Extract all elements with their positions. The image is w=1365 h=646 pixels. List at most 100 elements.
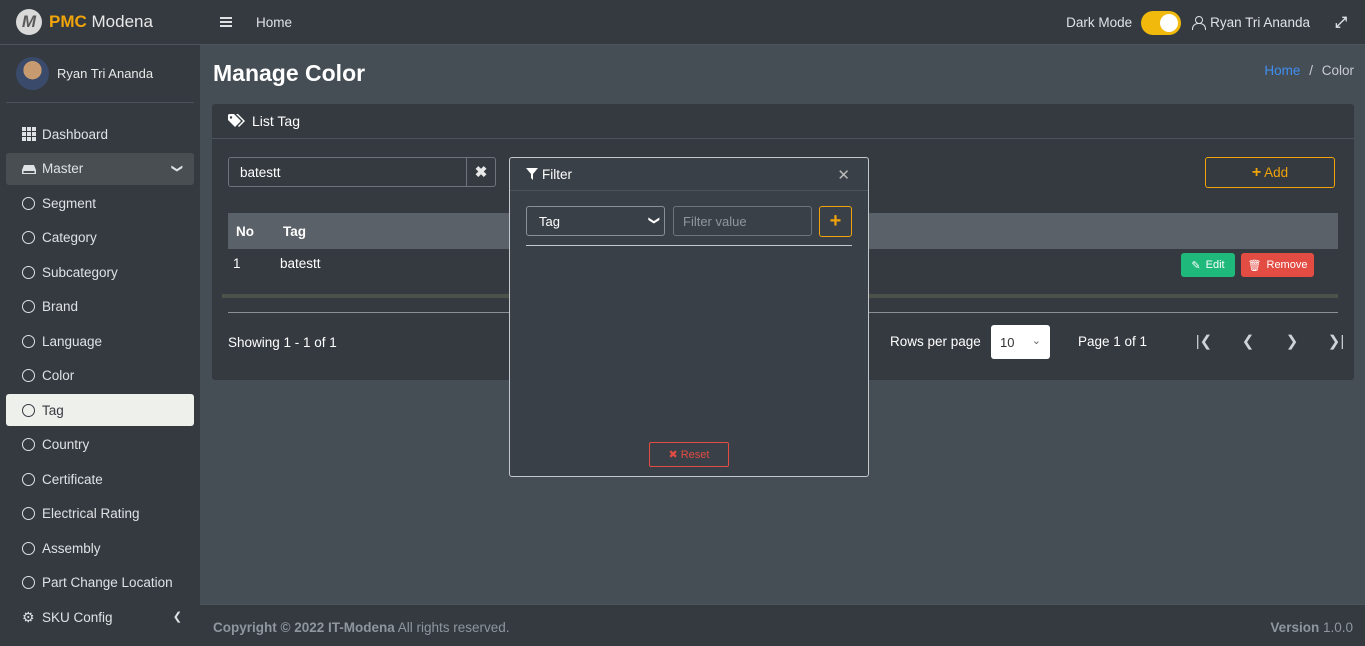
topbar: Home Dark Mode Ryan Tri Ananda ⤢ [200,0,1365,45]
user-name: Ryan Tri Ananda [57,66,154,81]
sidebar-nav: Dashboard Master ❯ Segment Category Subc… [0,118,200,633]
circle-icon [22,541,35,555]
clear-search-button[interactable]: ✖ [466,157,495,187]
sidebar-item-electrical-rating[interactable]: Electrical Rating [6,498,194,530]
last-page-icon[interactable]: ❯| [1314,332,1358,350]
sidebar-item-sku-config[interactable]: ⚙ SKU Config ❮ [6,601,194,633]
circle-icon [22,438,35,451]
sidebar-item-label: Dashboard [42,126,109,142]
hamburger-icon[interactable] [220,15,232,29]
chevron-down-icon: ⌄ [1031,335,1041,347]
sidebar-item-category[interactable]: Category [6,222,194,254]
add-filter-button[interactable]: + [819,206,852,237]
brand[interactable]: M PMC Modena [0,0,200,45]
sidebar-item-label: Subcategory [42,264,118,280]
pager: |❮ ❮ ❯ ❯| [1182,332,1358,350]
add-label: Add [1264,165,1289,180]
column-header-no[interactable]: No [228,224,283,239]
sidebar-item-dashboard[interactable]: Dashboard [6,118,194,150]
filter-value-input[interactable]: Filter value [673,206,812,236]
sidebar-item-master[interactable]: Master ❯ [6,152,194,185]
filter-title: Filter [542,166,572,182]
copyright: Copyright © 2022 IT-Modena All rights re… [213,620,510,635]
sidebar-item-label: Tag [42,402,64,418]
breadcrumb-current: Color [1321,63,1354,78]
sidebar-item-label: Part Change Location [42,575,173,590]
sidebar-item-certificate[interactable]: Certificate [6,463,194,495]
sidebar-item-label: Master [42,161,84,176]
add-button[interactable]: + Add [1205,157,1335,188]
breadcrumb-home[interactable]: Home [1264,63,1300,78]
remove-label: Remove [1266,259,1308,271]
search-input[interactable]: batestt ✖ [228,157,496,187]
user-icon [1192,16,1207,30]
cell-tag: batestt [280,256,321,271]
sidebar-item-assembly[interactable]: Assembly [6,532,194,564]
column-header-tag[interactable]: Tag [283,224,306,239]
filter-divider [526,245,852,246]
search-value: batestt [240,164,281,180]
prev-page-icon[interactable]: ❮ [1226,332,1270,350]
version: Version 1.0.0 [1270,620,1353,635]
circle-icon [22,231,35,244]
filter-icon [526,168,538,180]
edit-label: Edit [1205,259,1225,271]
sidebar-item-label: Assembly [42,540,101,556]
next-page-icon[interactable]: ❯ [1270,332,1314,350]
card-header: List Tag [212,104,1354,139]
sidebar-item-label: Category [42,230,97,245]
topbar-right: Dark Mode Ryan Tri Ananda ⤢ [1066,0,1347,45]
circle-icon [22,334,35,348]
sidebar-item-tag[interactable]: Tag [6,394,194,426]
tags-icon [228,114,245,127]
sidebar-item-part-change-location[interactable]: Part Change Location [6,567,194,599]
page-info: Page 1 of 1 [1078,334,1148,349]
edit-icon: ✎ [1191,259,1201,272]
close-icon[interactable]: ✕ [837,166,850,184]
filter-popup: Filter ✕ Tag ❯ Filter value + ✖ Reset [509,157,869,477]
sidebar-item-label: Language [42,333,103,349]
showing-count: Showing 1 - 1 of 1 [228,335,337,350]
brand-logo: M [16,9,42,35]
chevron-down-icon: ❯ [170,163,183,173]
circle-icon [22,300,35,313]
sidebar-item-label: Segment [42,195,97,211]
gear-icon: ⚙ [22,609,35,625]
reset-button[interactable]: ✖ Reset [649,442,729,467]
dashboard-icon [22,127,36,141]
rows-per-page-label: Rows per page [890,334,981,349]
topbar-user-name[interactable]: Ryan Tri Ananda [1210,15,1310,30]
top-home-link[interactable]: Home [256,15,292,30]
plus-icon: + [1251,163,1262,181]
sidebar-item-color[interactable]: Color [6,360,194,392]
cell-no: 1 [233,256,241,271]
filter-field-select[interactable]: Tag ❯ [526,206,665,236]
sidebar-item-label: SKU Config [42,609,113,625]
dark-mode-label: Dark Mode [1066,15,1133,30]
dark-mode-toggle[interactable] [1141,10,1182,35]
rows-per-page-select[interactable]: 10 ⌄ [991,325,1050,359]
fullscreen-icon[interactable]: ⤢ [1335,14,1347,31]
breadcrumb: Home / Color [1264,63,1354,78]
brand-text: PMC Modena [49,12,153,31]
filter-field-value: Tag [539,213,560,229]
sidebar-item-language[interactable]: Language [6,325,194,357]
breadcrumb-separator: / [1309,63,1313,78]
sidebar-item-subcategory[interactable]: Subcategory [6,256,194,288]
edit-button[interactable]: ✎ Edit [1181,253,1235,277]
circle-icon [22,265,35,279]
sidebar-item-country[interactable]: Country [6,429,194,461]
circle-icon [22,576,35,589]
sidebar-item-brand[interactable]: Brand [6,291,194,323]
remove-button[interactable]: 🗑 Remove [1241,253,1314,277]
filter-header: Filter [510,158,868,191]
sidebar-item-segment[interactable]: Segment [6,187,194,219]
rows-per-page-value: 10 [1000,334,1015,350]
circle-icon [22,369,35,382]
chevron-left-icon: ❮ [172,611,182,623]
sidebar-item-label: Color [42,368,75,383]
first-page-icon[interactable]: |❮ [1182,332,1226,350]
trash-icon: 🗑 [1247,259,1262,272]
drive-icon [22,164,36,174]
user-panel[interactable]: Ryan Tri Ananda [6,45,194,103]
